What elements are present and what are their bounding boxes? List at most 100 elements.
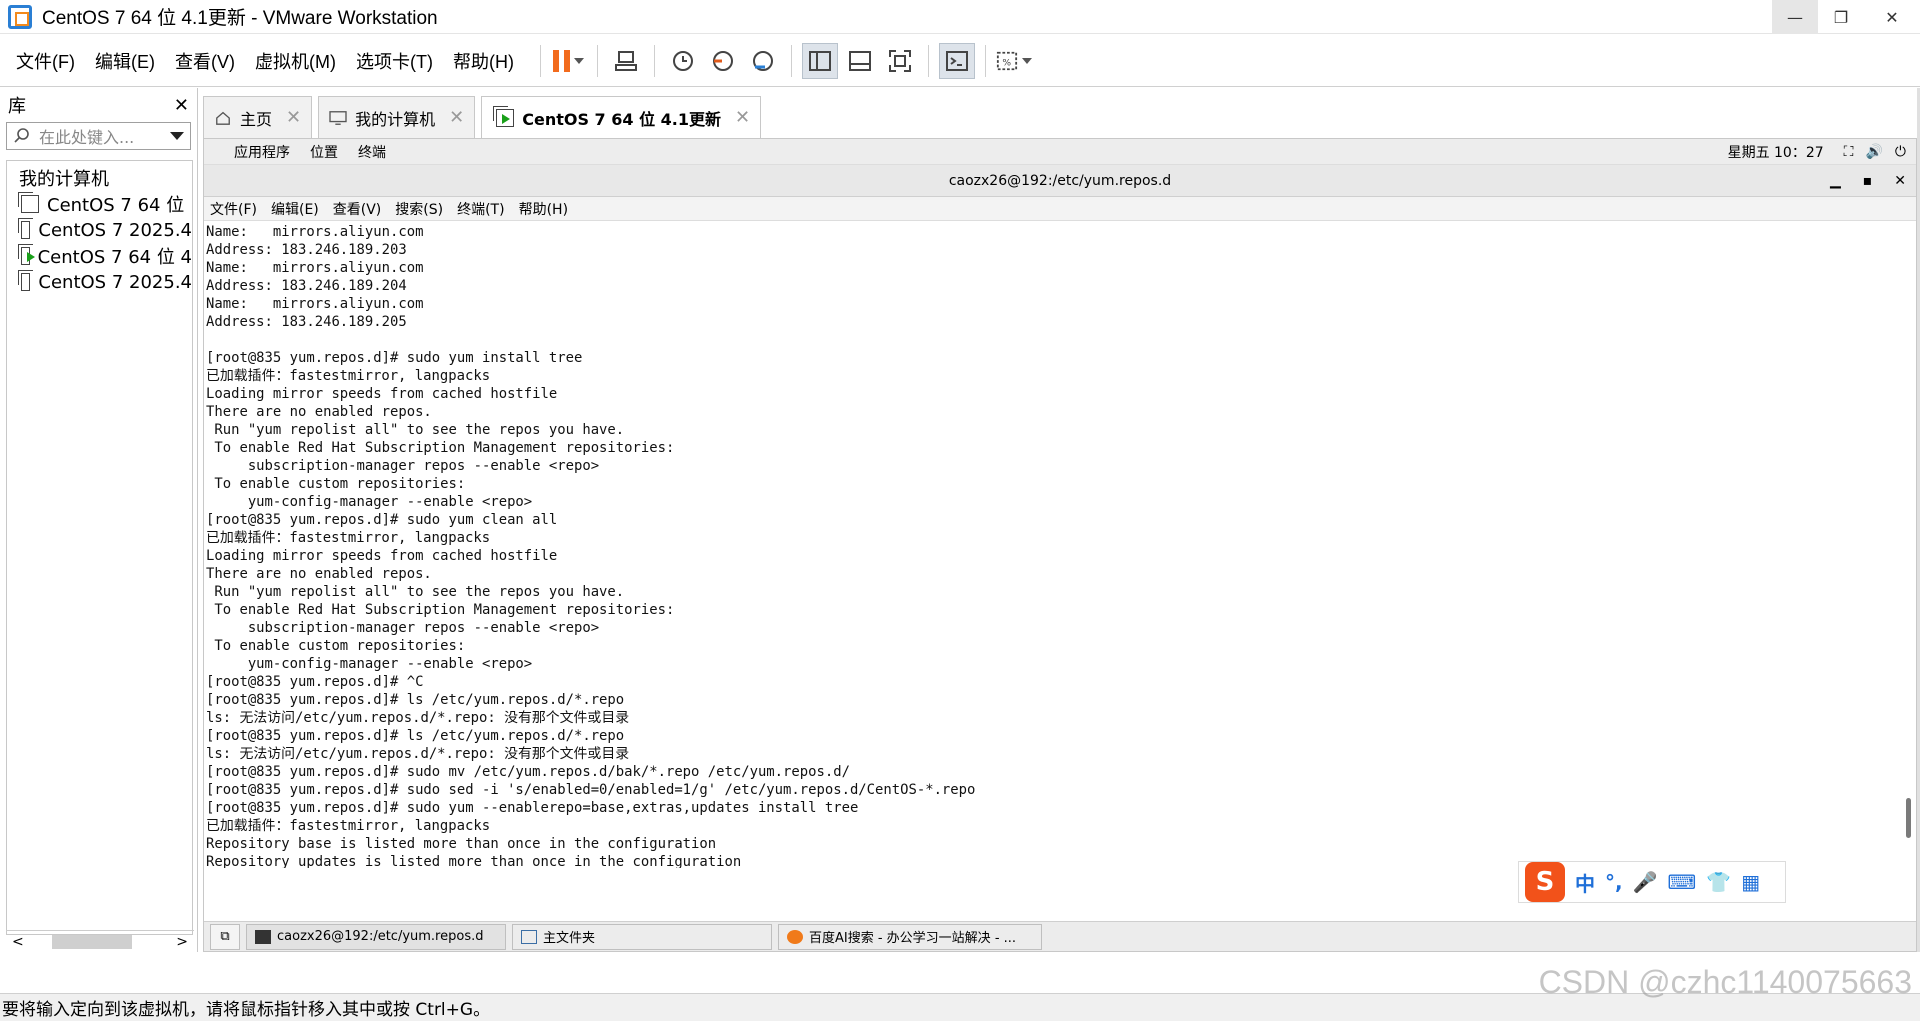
scroll-thumb[interactable] [1906,798,1911,838]
window-controls: — ❐ ✕ [1772,0,1920,34]
menu-help[interactable]: 帮助(H) [443,48,524,74]
terminal-line: There are no enabled repos. [206,566,432,582]
tree-item-vm[interactable]: CentOS 7 2025.4 [7,269,192,295]
bottom-panel-icon [848,50,871,71]
library-search-input[interactable]: 在此处键入... [39,124,134,148]
status-text: 要将输入定向到该虚拟机，请将鼠标指针移入其中或按 Ctrl+G。 [2,1000,491,1020]
manage-clock-icon [752,50,773,71]
places-menu[interactable]: 位置 [310,142,338,162]
taskbar-item-browser[interactable]: 百度AI搜索 - 办公学习一站解决 - ... [778,923,1042,950]
firefox-icon [787,929,803,944]
terminal-line: Address: 183.246.189.203 [206,242,407,258]
terminal-line: Run "yum repolist all" to see the repos … [206,422,625,438]
library-search[interactable]: 在此处键入... [6,122,191,150]
system-tray[interactable]: ⛶ 🔊 ⏻ [1844,144,1906,160]
terminal-minimize-button[interactable]: ▁ [1830,173,1841,189]
toolbar-separator [653,44,655,77]
menu-view[interactable]: 查看(V) [165,48,245,74]
terminal-menu-help[interactable]: 帮助(H) [519,199,568,219]
pause-button[interactable] [551,43,587,79]
terminal-menu-view[interactable]: 查看(V) [333,199,382,219]
menu-file[interactable]: 文件(F) [0,48,85,74]
menu-edit[interactable]: 编辑(E) [85,48,165,74]
snapshot-manager-button[interactable] [745,43,781,79]
network-icon: ⛶ [1843,143,1854,160]
ime-toolbar[interactable]: S 中 °, 🎤 ⌨ 👕 ▦ [1518,861,1786,903]
sogou-logo-icon: S [1525,862,1565,902]
stretch-guest-button[interactable]: % [996,43,1032,79]
network-computer-icon [614,50,637,71]
clock-icon [672,50,693,71]
console-view-button[interactable] [938,42,975,79]
folder-icon [521,929,537,944]
terminal-line: [root@835 yum.repos.d]# sudo mv /etc/yum… [206,764,850,780]
terminal-output[interactable]: Name: mirrors.aliyun.com Address: 183.246… [204,223,1904,868]
show-library-button[interactable] [801,42,838,79]
taskbar-item-terminal[interactable]: caozx26@192:/etc/yum.repos.d [246,923,506,950]
terminal-menu-terminal[interactable]: 终端(T) [457,199,504,219]
toolbar-separator [927,44,929,77]
chevron-down-icon[interactable] [170,132,184,140]
show-thumbnail-bar-button[interactable] [842,43,878,79]
terminal-line: subscription-manager repos --enable <rep… [206,458,600,474]
stretch-icon: % [996,51,1018,70]
tab-bar: 主页 ✕ 我的计算机 ✕ CentOS 7 64 位 4.1更新 ✕ [203,96,767,138]
tab-centos-vm[interactable]: CentOS 7 64 位 4.1更新 ✕ [481,96,762,138]
terminal-menu-file[interactable]: 文件(F) [210,199,257,219]
microphone-icon[interactable]: 🎤 [1633,870,1658,894]
terminal-line: Name: mirrors.aliyun.com [206,296,424,312]
terminal-titlebar: caozx26@192:/etc/yum.repos.d ▁ ▪ ✕ [204,165,1916,197]
scroll-left-icon[interactable]: < [12,934,24,950]
terminal-menu[interactable]: 终端 [358,142,386,162]
applications-menu[interactable]: 应用程序 [234,142,290,162]
send-ctrl-alt-del-button[interactable] [608,43,644,79]
snapshot-button[interactable] [665,43,701,79]
terminal-line: Loading mirror speeds from cached hostfi… [206,548,558,564]
tree-item-vm-running[interactable]: CentOS 7 64 位 4 [7,243,192,269]
home-icon [216,111,230,125]
close-tab-icon[interactable]: ✕ [449,107,464,128]
terminal-scrollbar[interactable] [1904,223,1914,868]
revert-snapshot-button[interactable] [705,43,741,79]
show-desktop-button[interactable]: ⧉ [210,923,240,950]
terminal-maximize-button[interactable]: ▪ [1863,173,1873,189]
full-screen-button[interactable] [882,43,918,79]
guest-screen[interactable]: 应用程序 位置 终端 星期五 10：27 ⛶ 🔊 ⏻ caozx26@192:/… [203,138,1917,952]
sidebar-layout-icon [808,50,831,71]
restore-button[interactable]: ❐ [1818,0,1864,34]
vm-icon [17,218,34,239]
tree-item-vm[interactable]: CentOS 7 64 位 [7,191,192,217]
close-button[interactable]: ✕ [1864,0,1920,34]
taskbar-item-files[interactable]: 主文件夹 [512,923,772,950]
menu-tabs[interactable]: 选项卡(T) [346,48,443,74]
punctuation-icon[interactable]: °, [1605,870,1623,894]
terminal-close-button[interactable]: ✕ [1894,173,1906,189]
close-tab-icon[interactable]: ✕ [735,107,750,128]
terminal-line: [root@835 yum.repos.d]# ls /etc/yum.repo… [206,728,625,744]
terminal-menu-edit[interactable]: 编辑(E) [271,199,319,219]
tab-home[interactable]: 主页 ✕ [203,96,313,138]
clock[interactable]: 星期五 10：27 [1728,142,1824,162]
pause-icon [553,49,571,72]
scroll-right-icon[interactable]: > [176,934,188,950]
terminal-line: Loading mirror speeds from cached hostfi… [206,386,558,402]
skin-icon[interactable]: 👕 [1706,870,1731,894]
tab-my-computer[interactable]: 我的计算机 ✕ [318,96,476,138]
library-close-icon[interactable]: ✕ [174,95,189,116]
tree-root-my-computer[interactable]: 我的计算机 [7,161,192,191]
menu-vm[interactable]: 虚拟机(M) [245,48,346,74]
tree-item-vm[interactable]: CentOS 7 2025.4 [7,217,192,243]
terminal-menu-search[interactable]: 搜索(S) [395,199,443,219]
library-horizontal-scrollbar[interactable]: < > [6,930,194,952]
keyboard-icon[interactable]: ⌨ [1668,870,1697,894]
minimize-button[interactable]: — [1772,0,1818,34]
taskbar-item-label: 主文件夹 [543,931,596,946]
ime-language[interactable]: 中 [1575,868,1595,897]
grid-menu-icon[interactable]: ▦ [1741,870,1760,894]
terminal-line: 已加载插件：fastestmirror, langpacks [206,530,491,546]
library-panel: 库 ✕ 在此处键入... 我的计算机 CentOS 7 64 位 CentOS … [0,88,198,952]
close-tab-icon[interactable]: ✕ [286,107,301,128]
terminal-line: 已加载插件：fastestmirror, langpacks [206,818,491,834]
scroll-thumb[interactable] [52,935,132,949]
